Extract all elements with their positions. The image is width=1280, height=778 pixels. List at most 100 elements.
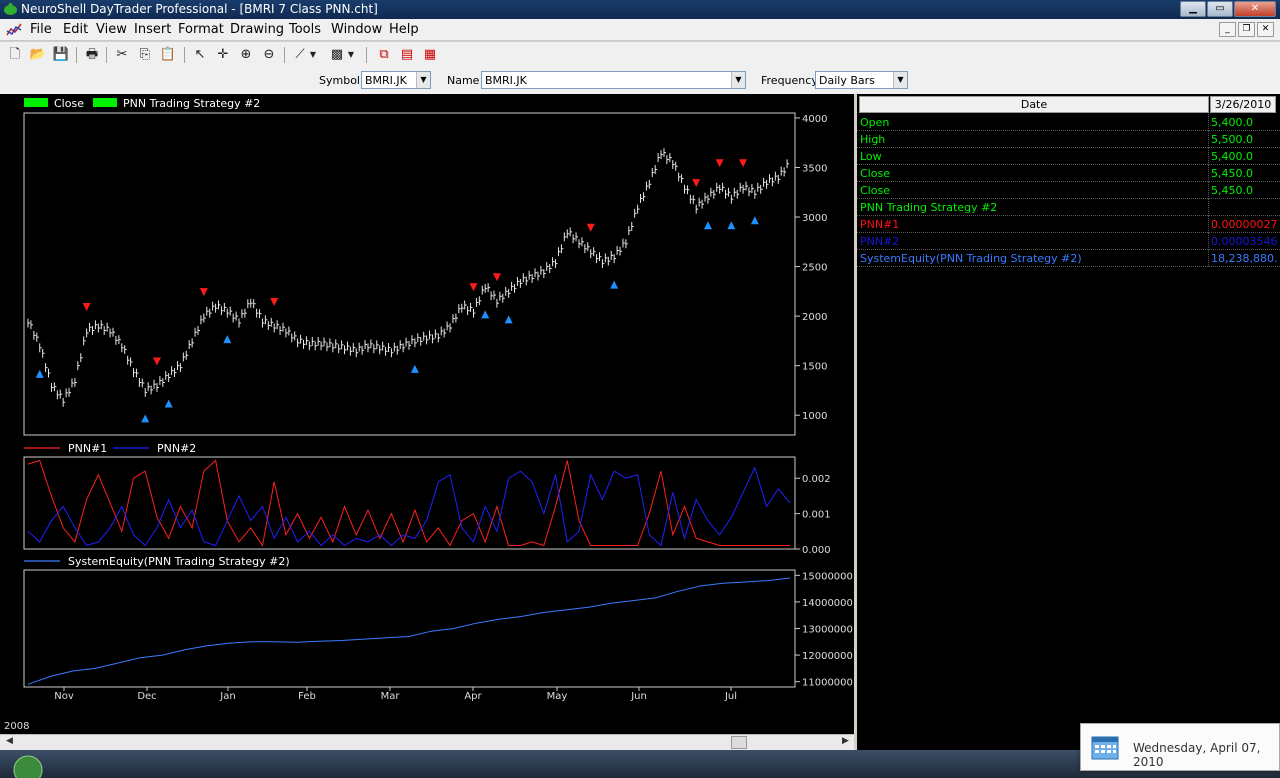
data-window-row[interactable]: PNN#2 0.00003546	[857, 233, 1280, 250]
data-window-row[interactable]: PNN Trading Strategy #2	[857, 199, 1280, 216]
y-tick-label: 0.000	[802, 545, 831, 556]
menu-drawing[interactable]: Drawing	[230, 22, 284, 37]
minimize-button[interactable]: ▁	[1180, 1, 1206, 17]
print-icon[interactable]: 🖶	[83, 46, 101, 64]
data-window-column-divider	[1208, 182, 1209, 199]
y-tick-label: 4000	[802, 114, 827, 125]
cut-icon[interactable]: ✂	[113, 46, 131, 64]
data-window-row-value: 5,400.0	[1211, 150, 1253, 163]
copy-icon[interactable]: ⎘	[136, 46, 154, 64]
y-tick-label: 11000000	[802, 678, 853, 689]
data-window-row[interactable]: Low 5,400.0	[857, 148, 1280, 165]
price-pane[interactable]: Close PNN Trading Strategy #2 4000 3500 30…	[23, 97, 827, 436]
notification-date-text: Wednesday, April 07, 2010	[1133, 741, 1261, 769]
data-window-row[interactable]: Close 5,450.0	[857, 182, 1280, 199]
pointer-icon[interactable]: ↖	[191, 46, 209, 64]
start-button-icon[interactable]	[8, 752, 48, 778]
name-value: BMRI.JK	[485, 74, 527, 87]
y-tick-label: 1000	[802, 411, 827, 422]
x-tick-label: Mar	[381, 691, 401, 702]
y-tick-label: 3000	[802, 213, 827, 224]
data-window[interactable]: Date 3/26/2010 Open 5,400.0 High 5,500.0 Low…	[857, 94, 1280, 750]
chart-horizontal-scrollbar[interactable]: ◀ ▶	[0, 734, 854, 750]
app-logo-icon	[4, 3, 17, 15]
legend-label-close: Close	[54, 97, 84, 110]
mdi-minimize-button[interactable]: _	[1219, 22, 1236, 37]
symbol-select[interactable]: BMRI.JK ▼	[361, 71, 431, 89]
menu-help[interactable]: Help	[389, 22, 419, 37]
data-window-row[interactable]: High 5,500.0	[857, 131, 1280, 148]
data-window-row[interactable]: Close 5,450.0	[857, 165, 1280, 182]
legend-label-pnn1: PNN#1	[68, 442, 107, 455]
toolbar: 🗋 📂 💾 🖶 ✂ ⎘ 📋 ↖ ✛ ⊕ ⊖ ⟋ ▼ ▩ ▼ ⧉ ▤ ▦	[0, 42, 1280, 68]
data-window-column-divider	[1208, 114, 1209, 131]
x-tick-label: Apr	[464, 691, 482, 702]
x-tick-label: Feb	[298, 691, 316, 702]
menu-insert[interactable]: Insert	[134, 22, 171, 37]
paste-icon[interactable]: 📋	[159, 46, 177, 64]
y-tick-label: 3500	[802, 163, 827, 174]
pnn-pane-frame	[23, 456, 796, 550]
data-window-column-divider	[1208, 216, 1209, 233]
data-window-row-label: PNN#2	[860, 235, 900, 248]
draw-line-icon[interactable]: ⟋	[291, 46, 309, 64]
indicator-icon[interactable]: ⧉	[375, 46, 393, 64]
y-tick-label: 12000000	[802, 651, 853, 662]
toolbar-separator	[184, 47, 185, 63]
data-window-row-value: 18,238,880.0	[1211, 252, 1277, 265]
legend-swatch-strategy	[93, 98, 117, 107]
menu-tools[interactable]: Tools	[289, 22, 321, 37]
y-tick-label: 0.001	[802, 510, 831, 521]
crosshair-icon[interactable]: ✛	[214, 46, 232, 64]
scroll-right-icon[interactable]: ▶	[842, 736, 849, 746]
data-window-row[interactable]: SystemEquity(PNN Trading Strategy #2) 18,…	[857, 250, 1280, 267]
data-window-row-value: 5,450.0	[1211, 167, 1253, 180]
chevron-down-icon[interactable]: ▼	[346, 46, 356, 64]
zoom-in-icon[interactable]: ⊕	[237, 46, 255, 64]
fill-icon[interactable]: ▩	[328, 46, 346, 64]
chart-icon[interactable]: ▤	[398, 46, 416, 64]
menu-view[interactable]: View	[96, 22, 127, 37]
chevron-down-icon[interactable]: ▼	[731, 72, 745, 88]
mdi-restore-button[interactable]: ❐	[1238, 22, 1255, 37]
chart-panel[interactable]: Close PNN Trading Strategy #2 4000 3500 30…	[0, 94, 854, 734]
toolbar-separator	[106, 47, 107, 63]
equity-pane[interactable]: SystemEquity(PNN Trading Strategy #2) 15…	[23, 555, 853, 689]
scrollbar-thumb[interactable]	[731, 736, 747, 749]
pnn-pane[interactable]: PNN#1 PNN#2 0.002 0.001 0.000	[23, 442, 831, 556]
zoom-out-icon[interactable]: ⊖	[260, 46, 278, 64]
mdi-close-button[interactable]: ✕	[1257, 22, 1274, 37]
title-bar: NeuroShell DayTrader Professional - [BMR…	[0, 0, 1280, 19]
data-window-row-label: PNN Trading Strategy #2	[860, 201, 998, 214]
frequency-label: Frequency	[761, 74, 818, 87]
optimizer-icon[interactable]: ▦	[421, 46, 439, 64]
save-icon[interactable]: 💾	[52, 46, 70, 64]
maximize-button[interactable]: ▭	[1207, 1, 1233, 17]
date-notification[interactable]: Wednesday, April 07, 2010	[1080, 723, 1280, 771]
chevron-down-icon[interactable]: ▼	[893, 72, 907, 88]
equity-pane-frame	[23, 569, 796, 688]
legend-label-strategy: PNN Trading Strategy #2	[123, 97, 260, 110]
data-window-row[interactable]: Open 5,400.0	[857, 114, 1280, 131]
chevron-down-icon[interactable]: ▼	[308, 46, 318, 64]
menu-file[interactable]: File	[30, 22, 52, 37]
data-window-row-label: Close	[860, 167, 890, 180]
chevron-down-icon[interactable]: ▼	[416, 72, 430, 88]
menu-format[interactable]: Format	[178, 22, 224, 37]
name-select[interactable]: BMRI.JK ▼	[481, 71, 746, 89]
x-tick-label: Jul	[724, 691, 737, 702]
data-window-row-value: 5,500.0	[1211, 133, 1253, 146]
menu-edit[interactable]: Edit	[63, 22, 88, 37]
data-window-row[interactable]: PNN#1 0.000000272	[857, 216, 1280, 233]
new-icon[interactable]: 🗋	[6, 46, 24, 64]
chart-canvas[interactable]: Close PNN Trading Strategy #2 4000 3500 30…	[0, 94, 854, 734]
close-button[interactable]: ✕	[1234, 1, 1276, 17]
scroll-left-icon[interactable]: ◀	[6, 736, 13, 746]
open-icon[interactable]: 📂	[29, 46, 47, 64]
chart-document-icon[interactable]	[6, 22, 22, 38]
data-window-row-label: Close	[860, 184, 890, 197]
menu-window[interactable]: Window	[331, 22, 382, 37]
frequency-select[interactable]: Daily Bars ▼	[815, 71, 908, 89]
menu-bar: File Edit View Insert Format Drawing Too…	[0, 19, 1280, 41]
data-window-column-divider	[1208, 148, 1209, 165]
